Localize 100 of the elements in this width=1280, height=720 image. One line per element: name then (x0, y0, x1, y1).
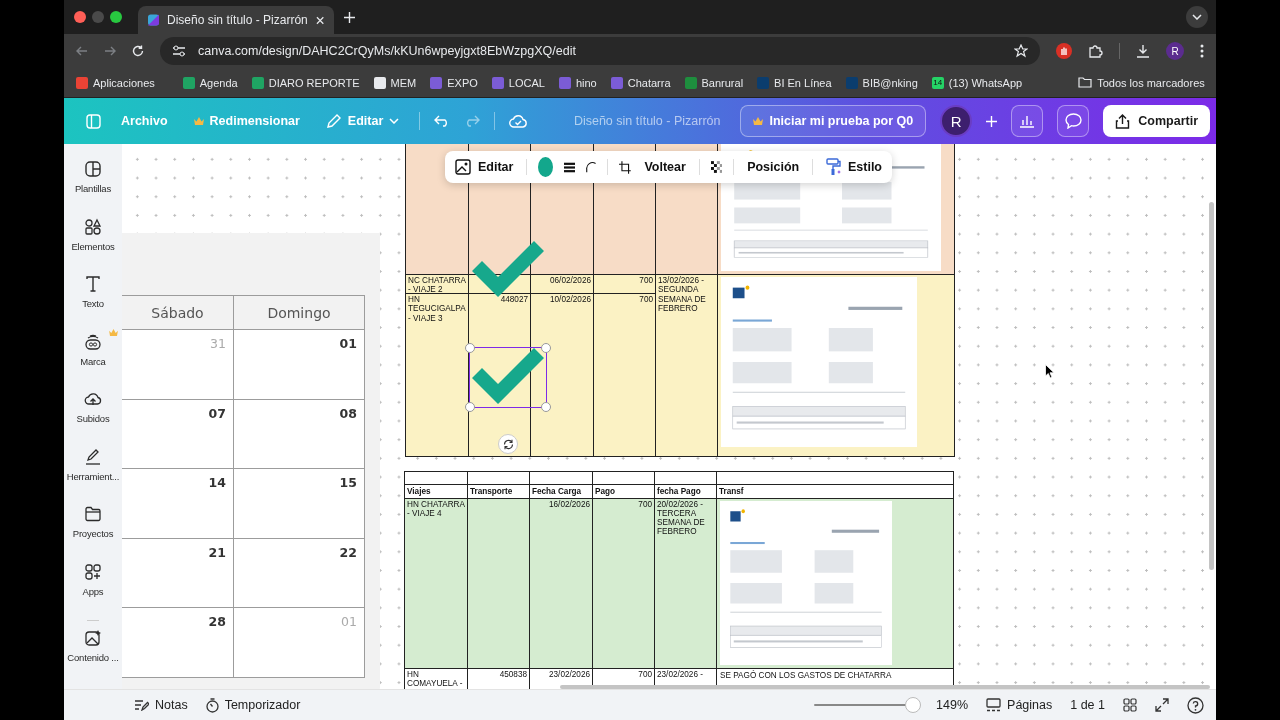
vertical-scrollbar[interactable] (1209, 202, 1214, 570)
menu-icon[interactable] (1200, 44, 1204, 58)
table-cell: 20/02/2026 - TERCERA SEMANA DE FEBRERO (655, 499, 716, 668)
image-edit-icon (455, 158, 472, 176)
apps-icon (84, 562, 102, 581)
pages-icon (986, 698, 1002, 712)
calendar-cell[interactable]: 22 (234, 538, 364, 608)
border-weight-icon[interactable] (563, 160, 575, 174)
bookmark[interactable]: Aplicaciones (76, 76, 155, 89)
corner-radius-icon[interactable] (585, 160, 597, 174)
bookmark[interactable]: 14 (13) WhatsApp (931, 76, 1023, 89)
sidebar-item[interactable]: Contenido ... (64, 629, 122, 685)
position-button[interactable]: Posición (745, 157, 802, 177)
sidebar-item[interactable]: Herramient... (64, 447, 122, 503)
tab-search-button[interactable] (1186, 6, 1208, 28)
color-swatch[interactable] (538, 157, 553, 177)
table-cell: HN CHATARRA - VIAJE 4 (405, 499, 467, 668)
comment-button[interactable] (1057, 105, 1090, 137)
sidebar-item[interactable]: Texto (64, 275, 122, 331)
table-cell (468, 472, 529, 484)
grid-view-icon[interactable] (1123, 698, 1137, 712)
sidebar-item[interactable]: Proyectos (64, 505, 122, 561)
table-cell: 16/02/2026 (530, 499, 592, 668)
hand-icon[interactable] (1056, 43, 1072, 59)
browser-tab[interactable]: Diseño sin título - Pizarrón (138, 6, 334, 34)
all-bookmarks-folder[interactable]: Todos los marcadores (1078, 76, 1205, 89)
back-icon[interactable] (76, 45, 88, 57)
bookmark[interactable]: Banrural (684, 76, 744, 89)
transparency-icon[interactable] (710, 159, 723, 175)
bookmark[interactable]: MEM (373, 76, 417, 89)
shapes-icon (84, 217, 102, 236)
column-header: Transf (717, 485, 953, 498)
crown-icon (753, 117, 764, 125)
calendar-cell[interactable]: 07 (122, 399, 233, 469)
table-cell (405, 472, 467, 484)
new-tab-icon[interactable] (344, 11, 355, 23)
trial-button[interactable]: Iniciar mi prueba por Q0 (740, 105, 927, 137)
bookmark[interactable]: LOCAL (491, 76, 545, 89)
user-avatar[interactable]: R (940, 105, 973, 137)
notes-button[interactable]: Notas (134, 698, 188, 712)
bookmark[interactable]: EXPO (430, 76, 478, 89)
sidebar-item[interactable]: Subidos (64, 390, 122, 446)
page-count: 1 de 1 (1070, 698, 1105, 712)
table-cell: 450838 (468, 669, 529, 689)
add-icon[interactable] (986, 115, 998, 127)
calendar-cell[interactable]: 01 (234, 330, 364, 399)
close-icon[interactable] (315, 15, 324, 25)
calendar-cell[interactable]: 28 (122, 608, 233, 677)
puzzle-icon[interactable] (1088, 43, 1103, 59)
address-bar[interactable]: canva.com/design/DAHC2CrQyMs/kKUn6wpeyjgxt8EbWzpgXQ/edit (160, 37, 1040, 65)
bookmark[interactable]: BI En Línea (757, 76, 832, 89)
calendar-cell[interactable]: 14 (122, 469, 233, 538)
sidebar-item[interactable]: Plantillas (64, 160, 122, 216)
tab-title: Diseño sin título - Pizarrón (167, 13, 308, 27)
caret-icon (1192, 14, 1202, 20)
fullscreen-icon[interactable] (1155, 698, 1169, 712)
table-cell: 13/02/2026 - SEGUNDA SEMANA DE FEBRERO (656, 275, 717, 456)
bookmark[interactable]: Chatarra (610, 76, 671, 89)
timer-button[interactable]: Temporizador (205, 697, 301, 713)
crop-icon[interactable] (618, 158, 632, 176)
profile-avatar[interactable]: R (1166, 42, 1184, 60)
pages-button[interactable]: Páginas (986, 698, 1053, 712)
reload-icon[interactable] (132, 45, 144, 57)
bookmark[interactable]: Agenda (182, 76, 238, 89)
zoom-slider[interactable] (814, 697, 919, 713)
close-window-button[interactable] (74, 11, 86, 23)
column-header: Transporte (468, 485, 529, 498)
calendar-cell[interactable]: 15 (234, 469, 364, 538)
folder-icon (84, 505, 102, 523)
calendar-cell[interactable]: 21 (122, 538, 233, 608)
maximize-window-button[interactable] (110, 11, 122, 23)
caret-icon (389, 118, 400, 124)
bookmark[interactable]: hino (558, 76, 597, 89)
slider-thumb[interactable] (904, 697, 921, 713)
help-icon[interactable] (1187, 696, 1204, 714)
style-button[interactable]: Estilo (823, 155, 884, 179)
download-icon[interactable] (1136, 44, 1150, 58)
column-header: Pago (593, 485, 654, 498)
sidebar-item[interactable]: Apps (64, 562, 122, 618)
day-header: Sábado (122, 296, 233, 329)
canva-logo-icon (148, 14, 159, 26)
table-cell: 06/02/2026 (531, 275, 593, 293)
horizontal-scrollbar[interactable] (560, 685, 1210, 689)
calendar-cell[interactable]: 08 (234, 399, 364, 469)
forward-icon[interactable] (104, 45, 116, 57)
bookmark[interactable]: DIARO REPORTE (251, 76, 360, 89)
site-settings-icon[interactable] (172, 45, 186, 57)
cloud-saved-icon[interactable] (509, 114, 528, 128)
flip-button[interactable]: Voltear (642, 157, 688, 177)
share-button[interactable]: Compartir (1103, 105, 1210, 137)
edit-image-button[interactable]: Editar (453, 155, 516, 179)
bookmark[interactable]: BIB@nking (845, 76, 918, 89)
column-header: Viajes (405, 485, 467, 498)
table-cell (655, 472, 716, 484)
sidebar-item[interactable]: Elementos (64, 217, 122, 273)
star-icon[interactable] (1014, 44, 1028, 58)
zoom-percentage[interactable]: 149% (936, 698, 969, 712)
table-cell: 700 (594, 275, 655, 293)
sidebar-item[interactable]: Marca (64, 332, 122, 388)
insights-button[interactable] (1011, 105, 1044, 137)
